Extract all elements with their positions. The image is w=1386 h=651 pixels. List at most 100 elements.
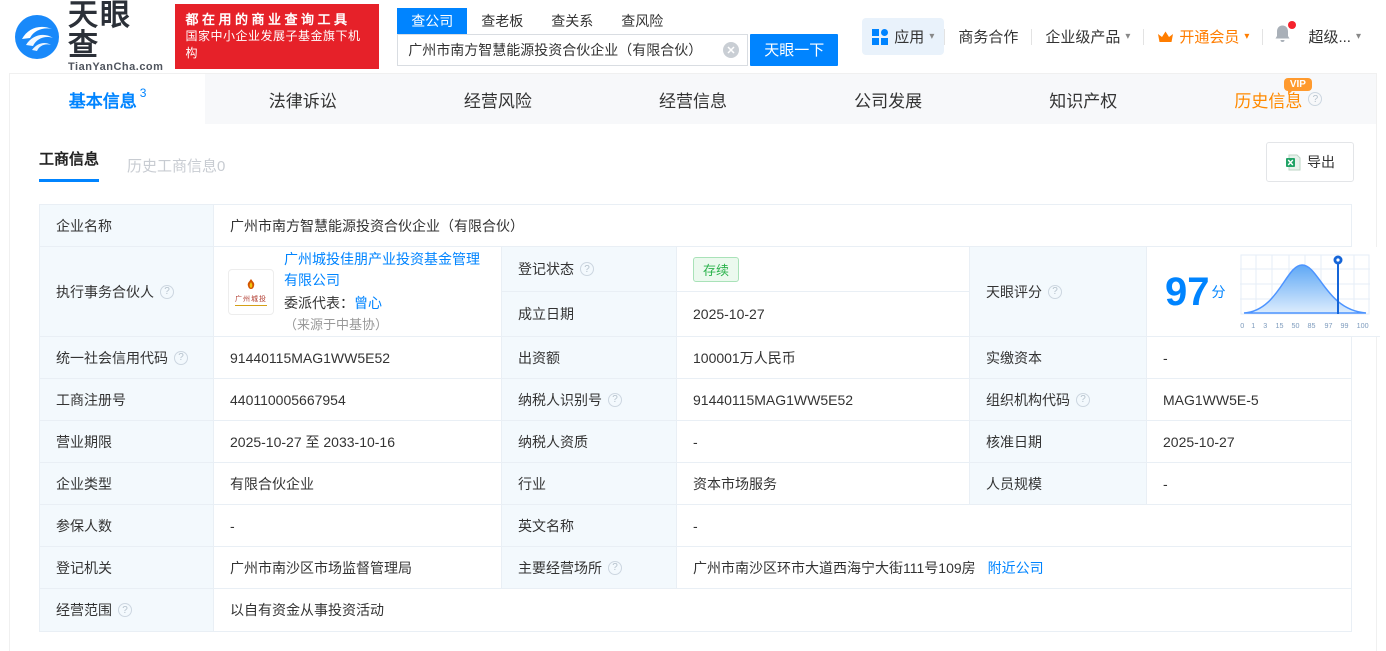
tab-history-business-registration[interactable]: 历史工商信息0 — [127, 155, 225, 176]
business-scope-value: 以自有资金从事投资活动 — [214, 589, 1351, 631]
org-code-label: 组织机构代码? — [970, 379, 1147, 421]
registration-number-label: 工商注册号 — [40, 379, 214, 421]
tab-operating-info[interactable]: 经营信息 — [595, 74, 790, 124]
registration-status-label: 登记状态 ? — [502, 247, 677, 292]
representative-source: （来源于中基协） — [284, 316, 389, 332]
score-axis-ticks: 01 3 15 50 85 97 99 100 — [1239, 321, 1369, 330]
promo-line-2: 国家中小企业发展子基金旗下机构 — [185, 29, 361, 60]
score-label: 天眼评分 ? — [970, 247, 1147, 337]
notifications-button[interactable] — [1263, 21, 1302, 49]
org-code-value: MAG1WW5E-5 — [1147, 379, 1351, 421]
partner-company-logo[interactable]: 广州城投 — [228, 268, 274, 315]
subtab-row: 工商信息 历史工商信息0 导出 — [10, 124, 1376, 196]
registration-status-value: 存续 — [677, 247, 970, 292]
business-term-label: 营业期限 — [40, 421, 214, 463]
table-row: 登记机关 广州市南沙区市场监督管理局 主要经营场所? 广州市南沙区环市大道西海宁… — [40, 547, 1351, 589]
search-input[interactable] — [397, 33, 749, 66]
registration-authority-value: 广州市南沙区市场监督管理局 — [214, 547, 502, 589]
chevron-down-icon: ▾ — [1244, 31, 1250, 42]
partner-logo-emblem — [247, 278, 255, 289]
export-button[interactable]: 导出 — [1266, 142, 1354, 182]
help-icon[interactable]: ? — [118, 603, 132, 617]
capital-label: 出资额 — [502, 337, 677, 379]
open-vip-menu[interactable]: 开通会员 ▾ — [1144, 26, 1262, 47]
tab-operating-risk[interactable]: 经营风险 — [400, 74, 595, 124]
tab-company-development[interactable]: 公司发展 — [791, 74, 986, 124]
user-account-menu[interactable]: 超级... ▾ — [1302, 26, 1374, 47]
apps-label: 应用 — [894, 29, 925, 46]
chevron-down-icon: ▾ — [1125, 31, 1131, 42]
promo-line-1: 都在用的商业查询工具 — [185, 12, 351, 27]
score-distribution-chart: 01 3 15 50 85 97 99 100 — [1239, 253, 1370, 330]
help-icon[interactable]: ? — [1308, 92, 1323, 106]
taxpayer-id-value: 91440115MAG1WW5E52 — [677, 379, 970, 421]
search-button[interactable]: 天眼一下 — [750, 33, 839, 66]
uscc-label: 统一社会信用代码? — [40, 337, 214, 379]
approval-date-value: 2025-10-27 — [1147, 421, 1351, 463]
help-icon[interactable]: ? — [1048, 284, 1062, 299]
registration-authority-label: 登记机关 — [40, 547, 214, 589]
capital-value: 100001万人民币 — [677, 337, 970, 379]
partner-company-link[interactable]: 广州城投佳朋产业投资基金管理有限公司 — [284, 251, 480, 288]
business-term-value: 2025-10-27 至 2033-10-16 — [214, 421, 502, 463]
promo-banner: 都在用的商业查询工具 国家中小企业发展子基金旗下机构 — [175, 4, 380, 69]
paid-capital-value: - — [1147, 337, 1351, 379]
industry-value: 资本市场服务 — [677, 463, 970, 505]
tab-business-registration[interactable]: 工商信息 — [39, 148, 100, 182]
score-unit: 分 — [1211, 283, 1226, 300]
business-scope-label: 经营范围? — [40, 589, 214, 631]
company-nav-tabs: 基本信息 3 法律诉讼 经营风险 经营信息 公司发展 知识产权 历史信息 ? V… — [10, 74, 1376, 124]
staff-size-label: 人员规模 — [970, 463, 1147, 505]
chevron-down-icon: ▾ — [929, 31, 935, 42]
tab-legal-litigation[interactable]: 法律诉讼 — [205, 74, 400, 124]
help-icon[interactable]: ? — [580, 262, 594, 276]
search-tab-relation[interactable]: 查关系 — [537, 8, 607, 34]
english-name-label: 英文名称 — [502, 505, 677, 547]
crown-icon — [1158, 31, 1174, 42]
logo-title: 天眼查 — [68, 0, 132, 62]
table-row: 工商注册号 440110005667954 纳税人识别号? 91440115MA… — [40, 379, 1351, 421]
company-type-value: 有限合伙企业 — [214, 463, 502, 505]
taxpayer-quality-value: - — [677, 421, 970, 463]
company-type-label: 企业类型 — [40, 463, 214, 505]
business-address-value: 广州市南沙区环市大道西海宁大街111号109房 附近公司 — [677, 547, 1351, 589]
insured-count-value: - — [214, 505, 502, 547]
english-name-value: - — [677, 505, 1351, 547]
search-tab-company[interactable]: 查公司 — [397, 7, 468, 34]
executive-partner-value: 广州城投 广州城投佳朋产业投资基金管理有限公司 委派代表：曾心 （来源于中基协） — [214, 247, 502, 337]
tab-count-badge: 3 — [139, 86, 147, 100]
approval-date-label: 核准日期 — [970, 421, 1147, 463]
business-cooperation-link[interactable]: 商务合作 — [945, 26, 1031, 47]
business-address-label: 主要经营场所? — [502, 547, 677, 589]
help-icon[interactable]: ? — [174, 350, 188, 365]
table-row: 营业期限 2025-10-27 至 2033-10-16 纳税人资质 - 核准日… — [40, 421, 1351, 463]
help-icon[interactable]: ? — [1076, 392, 1090, 407]
company-name-label: 企业名称 — [40, 205, 214, 247]
tianyancha-logo[interactable]: 天眼查 TianYanCha.com — [14, 0, 164, 73]
help-icon[interactable]: ? — [608, 560, 622, 575]
insured-count-label: 参保人数 — [40, 505, 214, 547]
tab-intellectual-property[interactable]: 知识产权 — [986, 74, 1181, 124]
search-tab-risk[interactable]: 查风险 — [607, 8, 677, 34]
logo-subtitle: TianYanCha.com — [68, 60, 164, 73]
representative-link[interactable]: 曾心 — [354, 295, 382, 311]
table-row: 参保人数 - 英文名称 - — [40, 505, 1351, 547]
apps-menu[interactable]: 应用 ▾ — [862, 18, 945, 55]
enterprise-products-menu[interactable]: 企业级产品 ▾ — [1032, 26, 1143, 47]
tab-history-info[interactable]: 历史信息 ? VIP — [1181, 74, 1376, 124]
uscc-value: 91440115MAG1WW5E52 — [214, 337, 502, 379]
tianyancha-logo-icon — [14, 14, 60, 60]
table-row: 执行事务合伙人 ? 广州城投 广州城投佳朋产业投资基金管理有限公司 委派代表：曾… — [40, 247, 1380, 337]
tab-basic-info[interactable]: 基本信息 3 — [10, 74, 206, 124]
industry-label: 行业 — [502, 463, 677, 505]
search-tabs: 查公司 查老板 查关系 查风险 — [397, 7, 838, 34]
status-date-stack: 登记状态 ? 存续 成立日期 2025-10-27 — [502, 247, 970, 337]
help-icon[interactable]: ? — [160, 284, 174, 299]
clear-search-icon[interactable] — [723, 41, 740, 58]
help-icon[interactable]: ? — [608, 392, 622, 407]
status-badge: 存续 — [693, 256, 740, 282]
nearby-companies-link[interactable]: 附近公司 — [988, 558, 1044, 578]
establishment-date-label: 成立日期 — [502, 292, 677, 337]
apps-grid-icon — [872, 28, 889, 45]
search-tab-boss[interactable]: 查老板 — [467, 8, 537, 34]
